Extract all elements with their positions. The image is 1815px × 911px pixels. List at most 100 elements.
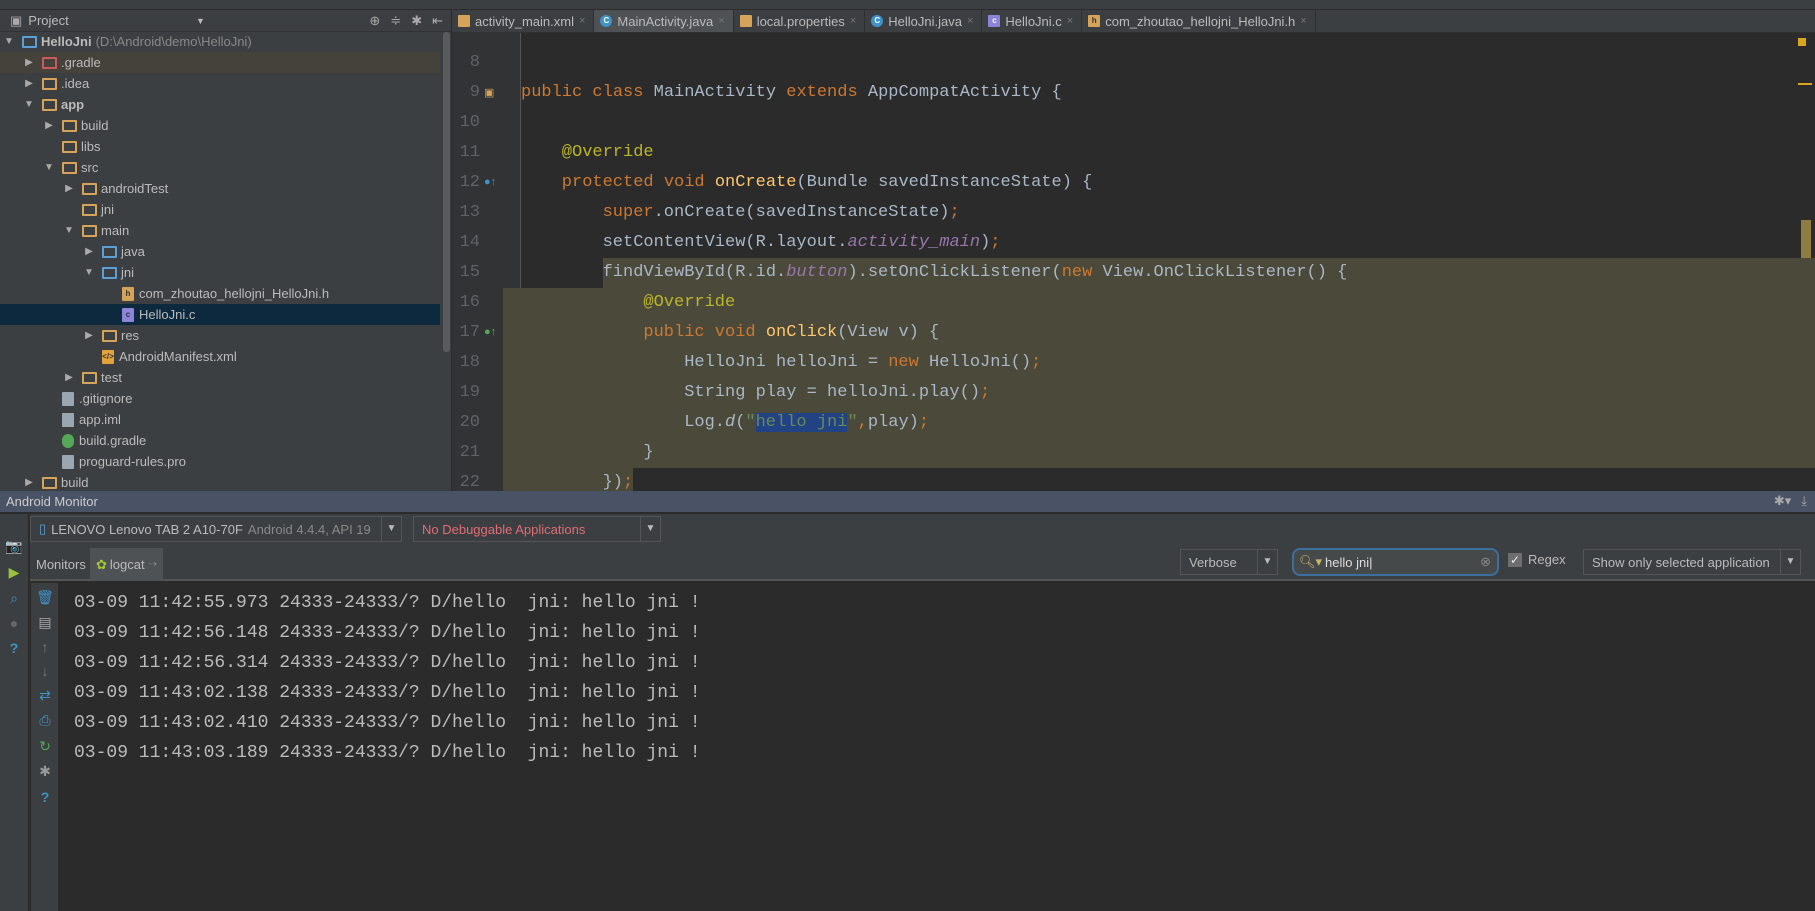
chevron-down-icon[interactable]: ▼ [1780,550,1800,574]
collapse-all-icon[interactable]: ≑ [390,13,401,29]
tree-scrollbar[interactable] [443,32,450,352]
warning-marker[interactable] [1798,38,1806,46]
chevron-down-icon[interactable]: ▼ [2,36,16,47]
chevron-down-icon[interactable]: ▼ [82,267,96,278]
terminate-icon[interactable]: ● [0,615,28,631]
chevron-down-icon[interactable]: ▼ [640,517,660,541]
log-line[interactable]: 03-09 11:43:02.410 24333-24333/? D/hello… [74,708,701,738]
code-line[interactable]: @Override [521,138,654,168]
tree-item[interactable]: ▶ androidTest [0,178,440,199]
arrow-down-icon[interactable]: ↓ [31,663,59,679]
implement-method-icon[interactable]: ●↑ [484,326,496,338]
close-icon[interactable]: × [1067,15,1073,27]
code-line[interactable]: setContentView(R.layout.activity_main); [521,228,1001,258]
clear-icon[interactable]: ⊗ [1480,554,1491,570]
tree-item[interactable]: ▼ src [0,157,440,178]
device-select[interactable]: ▯ LENOVO Lenovo TAB 2 A10-70F Android 4.… [30,516,402,542]
override-method-icon[interactable]: ●↑ [484,176,496,188]
code-line[interactable]: Log.d("hello jni",play); [521,408,929,438]
filter-select[interactable]: Show only selected application ▼ [1583,549,1801,575]
editor-tab[interactable]: activity_main.xml × [452,10,595,32]
tab-logcat[interactable]: ✿ logcat ⇢ [90,548,163,581]
arrow-up-icon[interactable]: ↑ [31,639,59,655]
scroll-to-end-icon[interactable]: ▤ [31,614,59,631]
tree-item[interactable]: ▶ .idea [0,73,440,94]
error-stripe-marker[interactable] [1798,83,1812,85]
logcat-search-field[interactable]: 🔍︎▾ hello jni | ⊗ [1292,548,1499,576]
close-icon[interactable]: × [1300,15,1306,27]
code-line[interactable]: String play = helloJni.play(); [521,378,990,408]
tree-item[interactable]: ▶ build [0,115,440,136]
chevron-right-icon[interactable]: ▶ [82,330,96,341]
log-line[interactable]: 03-09 11:42:56.314 24333-24333/? D/hello… [74,648,701,678]
gear-icon[interactable]: ✱▾ [1774,493,1791,509]
restart-icon[interactable]: ↻ [31,738,59,755]
tree-item[interactable]: build.gradle [0,430,440,451]
log-line[interactable]: 03-09 11:43:02.138 24333-24333/? D/hello… [74,678,701,708]
code-line[interactable]: } [521,438,653,468]
project-panel-header[interactable]: ▣ Project ▼ ⊕ ≑ ✱ ⇤ [0,10,451,32]
tree-item[interactable]: .gitignore [0,388,440,409]
code-line[interactable]: public class MainActivity extends AppCom… [521,78,1062,108]
gear-icon[interactable]: ✱ [411,13,422,29]
print-icon[interactable]: ⎙ [31,712,59,729]
tree-item[interactable]: h com_zhoutao_hellojni_HelloJni.h [0,283,440,304]
regex-checkbox[interactable]: ✓ Regex [1508,552,1566,567]
checkbox-checked-icon[interactable]: ✓ [1508,552,1522,567]
tree-item[interactable]: ▶ test [0,367,440,388]
tree-item[interactable]: c HelloJni.c [0,304,440,325]
tree-item[interactable]: ▶ res [0,325,440,346]
chevron-right-icon[interactable]: ▶ [62,183,76,194]
chevron-down-icon[interactable]: ▼ [196,16,205,26]
tree-item[interactable]: </> AndroidManifest.xml [0,346,440,367]
code-line[interactable]: super.onCreate(savedInstanceState); [521,198,960,228]
chevron-right-icon[interactable]: ▶ [22,477,36,488]
close-icon[interactable]: × [718,15,724,27]
code-line[interactable]: protected void onCreate(Bundle savedInst… [521,168,1093,198]
log-level-select[interactable]: Verbose ▼ [1180,549,1278,575]
app-select[interactable]: No Debuggable Applications ▼ [413,516,661,542]
editor-tab[interactable]: C HelloJni.java × [865,10,983,32]
chevron-right-icon[interactable]: ▶ [22,57,36,68]
tree-item-root[interactable]: ▼ HelloJni (D:\Android\demo\HelloJni) [0,31,440,52]
locate-icon[interactable]: ⊕ [369,13,380,29]
hide-panel-icon[interactable]: ⤓ [1801,493,1807,509]
close-icon[interactable]: × [967,15,973,27]
chevron-right-icon[interactable]: ▶ [22,78,36,89]
override-icon[interactable]: ▣ [484,86,494,99]
tree-item[interactable]: ▼ app [0,94,440,115]
editor-tab[interactable]: local.properties × [734,10,866,32]
soft-wrap-icon[interactable]: ⇄ [31,687,59,704]
screen-record-icon[interactable]: ▶ [0,564,28,581]
editor-tab[interactable]: h com_zhoutao_hellojni_HelloJni.h × [1082,10,1316,32]
search-input[interactable]: hello jni [1325,555,1369,570]
tree-item[interactable]: ▶ build [0,472,440,493]
chevron-down-icon[interactable]: ▼ [42,162,56,173]
tree-item[interactable]: ▼ jni [0,262,440,283]
chevron-down-icon[interactable]: ▼ [62,225,76,236]
tree-item[interactable]: proguard-rules.pro [0,451,440,472]
tree-item[interactable]: app.iml [0,409,440,430]
tree-item[interactable]: libs [0,136,440,157]
code-line[interactable]: @Override [521,288,735,318]
log-line[interactable]: 03-09 11:42:55.973 24333-24333/? D/hello… [74,588,701,618]
chevron-down-icon[interactable]: ▼ [381,517,401,541]
screenshot-icon[interactable]: 📷 [0,538,28,555]
chevron-down-icon[interactable]: ▼ [22,99,36,110]
chevron-right-icon[interactable]: ▶ [82,246,96,257]
close-icon[interactable]: × [579,15,585,27]
chevron-right-icon[interactable]: ▶ [62,372,76,383]
code-line[interactable]: findViewById(R.id.button).setOnClickList… [521,258,1348,288]
tree-item[interactable]: ▶ java [0,241,440,262]
gear-icon[interactable]: ✱ [31,763,59,780]
pin-icon[interactable]: ⇢ [149,559,157,570]
close-icon[interactable]: × [850,15,856,27]
code-line[interactable]: public void onClick(View v) { [521,318,939,348]
editor-tab[interactable]: c HelloJni.c × [982,10,1083,32]
help-icon[interactable]: ? [0,640,28,656]
chevron-down-icon[interactable]: ▼ [1257,550,1277,574]
tree-item[interactable]: ▼ main [0,220,440,241]
hide-panel-icon[interactable]: ⇤ [432,13,443,29]
chevron-right-icon[interactable]: ▶ [42,120,56,131]
trash-icon[interactable]: 🗑︎ [31,589,59,606]
